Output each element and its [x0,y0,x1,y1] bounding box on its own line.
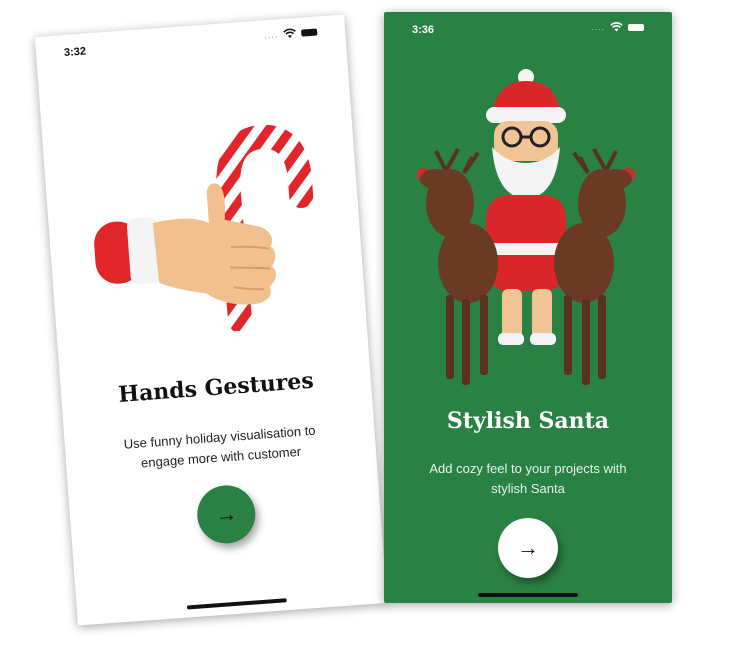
arrow-right-icon: → [517,535,539,560]
status-icons: .... [264,26,318,40]
status-icons: .... [591,22,644,32]
status-time: 3:32 [63,45,87,60]
home-indicator [186,598,287,610]
screen-subtitle: Use funny holiday visualisation to engag… [64,416,376,479]
subtitle-line: stylish Santa [491,481,565,496]
screen-title: Stylish Santa [446,408,610,434]
next-button[interactable]: → [498,518,558,578]
battery-icon [628,23,644,31]
onboarding-screen-hands-gestures: 3:32 .... Hands Gestures Use funny holid… [34,14,388,626]
hand-holding-candy-cane-icon [94,124,314,333]
status-bar: 3:32 .... [35,14,346,65]
home-indicator [478,593,578,597]
status-time: 3:36 [412,24,435,36]
santa-with-reindeer-icon [417,69,635,385]
wifi-icon [610,22,623,32]
battery-icon [300,27,318,37]
next-button[interactable]: → [195,483,258,546]
signal-icon: .... [263,29,279,41]
onboarding-screen-stylish-santa: 3:36 .... Stylish Santa Add cozy feel to… [384,12,672,603]
arrow-right-icon: → [214,500,239,528]
signal-icon: .... [590,22,605,32]
screen-title: Hands Gestures [117,367,315,408]
subtitle-line: Add cozy feel to your projects with [429,461,627,476]
wifi-icon [283,28,296,38]
status-bar: 3:36 .... [384,12,672,40]
screen-subtitle: Add cozy feel to your projects with styl… [384,459,672,499]
